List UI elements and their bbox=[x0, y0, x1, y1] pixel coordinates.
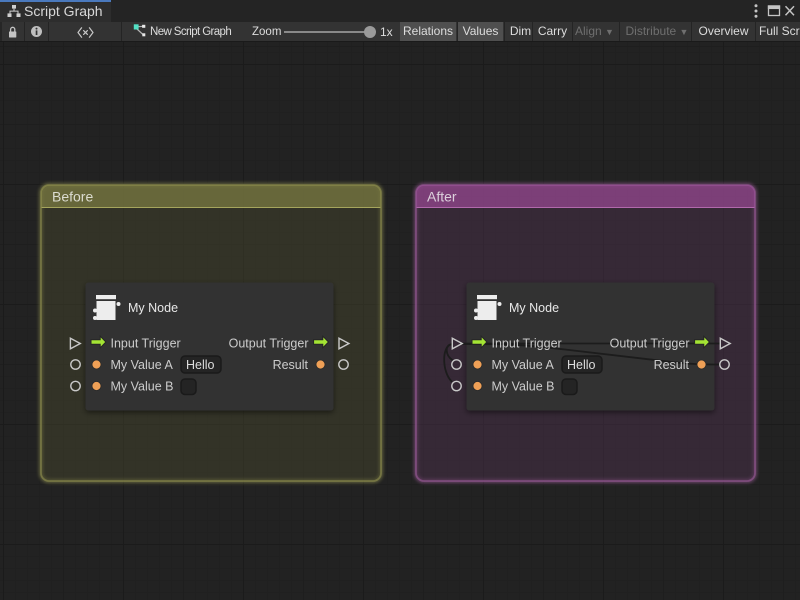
svg-text:My Value B: My Value B bbox=[111, 380, 174, 394]
svg-text:Input Trigger: Input Trigger bbox=[492, 337, 562, 351]
svg-text:My Value A: My Value A bbox=[111, 358, 174, 372]
svg-text:Output Trigger: Output Trigger bbox=[610, 337, 690, 351]
svg-text:Input Trigger: Input Trigger bbox=[111, 337, 181, 351]
svg-text:Hello: Hello bbox=[567, 358, 596, 372]
svg-text:My Value A: My Value A bbox=[492, 358, 555, 372]
svg-text:Before: Before bbox=[52, 189, 93, 205]
svg-text:My Value B: My Value B bbox=[492, 380, 555, 394]
svg-text:Output Trigger: Output Trigger bbox=[229, 337, 309, 351]
svg-text:My Node: My Node bbox=[509, 301, 559, 315]
svg-text:Result: Result bbox=[273, 358, 309, 372]
svg-text:Hello: Hello bbox=[186, 358, 215, 372]
svg-text:After: After bbox=[427, 189, 457, 205]
svg-text:My Node: My Node bbox=[128, 301, 178, 315]
svg-text:Result: Result bbox=[654, 358, 690, 372]
